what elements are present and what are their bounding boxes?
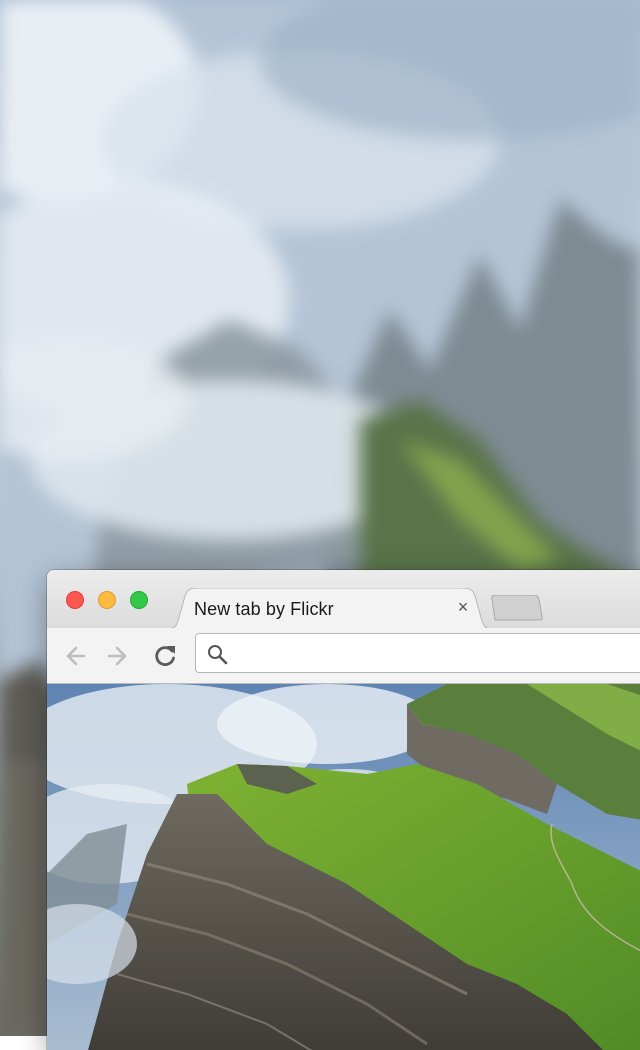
reload-button[interactable] <box>151 642 179 670</box>
title-bar: New tab by Flickr × <box>47 570 640 630</box>
window-minimize-button[interactable] <box>98 591 116 609</box>
new-tab-button[interactable] <box>491 594 543 621</box>
close-icon[interactable]: × <box>453 597 473 617</box>
browser-window: New tab by Flickr × <box>47 570 640 1050</box>
page-content <box>47 684 640 1050</box>
tab-new-tab[interactable]: New tab by Flickr × <box>167 588 497 630</box>
flickr-background-photo <box>47 684 640 1050</box>
arrow-right-icon <box>107 646 127 666</box>
window-close-button[interactable] <box>66 591 84 609</box>
omnibox-input[interactable] <box>236 640 640 668</box>
tab-title: New tab by Flickr <box>194 599 334 619</box>
forward-button[interactable] <box>105 642 133 670</box>
reload-icon <box>155 646 175 666</box>
back-button[interactable] <box>60 642 88 670</box>
search-icon <box>208 645 228 665</box>
toolbar <box>47 628 640 684</box>
omnibox[interactable] <box>195 633 640 673</box>
window-zoom-button[interactable] <box>130 591 148 609</box>
arrow-left-icon <box>66 646 86 666</box>
